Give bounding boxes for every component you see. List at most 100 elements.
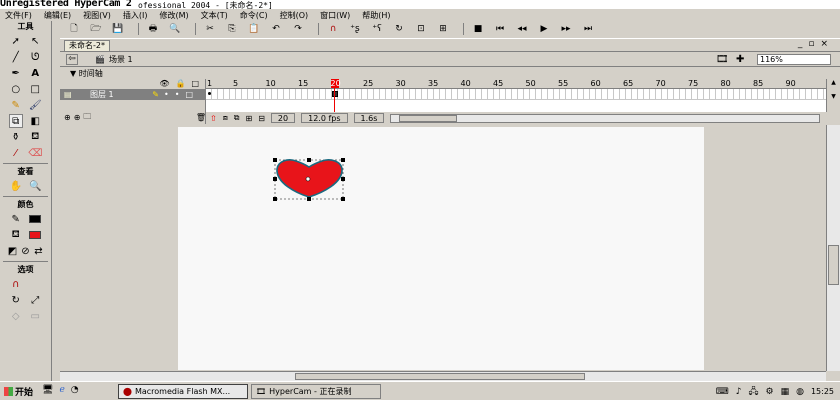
tray-app3-icon[interactable]: ◍ [796,387,804,397]
handle-bl[interactable] [273,197,277,201]
handle-b[interactable] [307,197,311,201]
stop-icon[interactable]: ■ [470,22,486,36]
zoom-select[interactable]: 116% [757,54,831,65]
edit-multiple-icon[interactable]: ⊞ [246,114,253,123]
lock-icon[interactable]: 🔒 [175,79,185,89]
straighten-icon[interactable]: ⁺ʕ [369,22,385,36]
hand-tool-icon[interactable]: ✋ [9,179,23,193]
stroke-color-icon[interactable]: ✎ [9,212,23,226]
print-icon[interactable]: 🖶 [145,22,161,36]
stroke-color-swatch[interactable] [28,212,42,226]
save-icon[interactable]: 💾 [110,22,126,36]
lasso-tool-icon[interactable]: ᘎ [28,50,42,64]
paint-bucket-tool-icon[interactable]: ⛾ [28,130,42,144]
task-flash[interactable]: ⬤ Macromedia Flash MX... [118,384,248,399]
desktop-icon[interactable]: 🖥 [42,385,53,395]
snap-icon[interactable]: ∩ [325,22,341,36]
network-icon[interactable]: 🖧 [748,384,758,400]
outline-icon[interactable]: □ [191,79,199,89]
ie-icon[interactable]: ℯ [59,385,64,395]
menu-modify[interactable]: 修改(M) [159,10,188,21]
scale-icon[interactable]: ⤢ [28,293,42,307]
timeline-header[interactable]: ▼ 时间轴 [60,68,840,79]
eye-icon[interactable]: 👁 [159,79,169,89]
tray-app-icon[interactable]: ⚙ [765,387,773,397]
edit-scene-icon[interactable]: 🎞 [716,54,729,65]
free-transform-tool-icon[interactable]: ⧉ [8,114,23,128]
redo-icon[interactable]: ↷ [290,22,306,36]
add-layer-icon[interactable]: ⊕ [64,113,71,122]
copy-icon[interactable]: ⎘ [224,22,240,36]
print-preview-icon[interactable]: 🔍 [167,22,183,36]
menu-text[interactable]: 文本(T) [201,10,228,21]
cut-icon[interactable]: ✂ [202,22,218,36]
swap-colors-icon[interactable]: ⇄ [32,244,45,258]
arrow-tool-icon[interactable]: ➚ [9,34,23,48]
pencil-tool-icon[interactable]: ✎ [9,98,23,112]
add-guide-icon[interactable]: ⊕ [74,113,81,122]
align-icon[interactable]: ⊞ [435,22,451,36]
frames-area[interactable]: 1 5 10 15 20 25 30 35 40 45 50 55 60 65 70 75 80 85 90 [206,79,826,112]
handle-r[interactable] [341,177,345,181]
media-icon[interactable]: ◔ [71,385,79,395]
frames-row[interactable] [206,89,826,100]
ink-bottle-tool-icon[interactable]: ⚱ [9,130,23,144]
menu-view[interactable]: 视图(V) [83,10,111,21]
onion-skin-icon[interactable]: ⧈ [223,113,228,123]
layer-state-dots[interactable]: ••□ [164,89,199,100]
open-file-icon[interactable]: 🗁 [88,22,104,36]
go-to-end-icon[interactable]: ⏭ [580,22,596,36]
text-tool-icon[interactable]: A [28,66,42,80]
step-forward-icon[interactable]: ▸▸ [558,22,574,36]
document-tab[interactable]: 未命名-2* [64,40,110,51]
rotate-icon[interactable]: ↻ [9,293,23,307]
oval-tool-icon[interactable]: ○ [9,82,23,96]
stage-vscroll[interactable] [826,125,840,371]
speaker-icon[interactable]: ♪ [736,387,742,397]
brush-tool-icon[interactable]: 🖌 [28,98,42,112]
menu-help[interactable]: 帮助(H) [362,10,390,21]
keyboard-icon[interactable]: ⌨ [716,387,729,397]
default-colors-icon[interactable]: ◩ [6,244,19,258]
step-back-icon[interactable]: ◂◂ [514,22,530,36]
stage-hscroll[interactable] [60,371,826,381]
keyframe-1[interactable] [208,92,211,95]
fill-transform-tool-icon[interactable]: ◧ [28,114,42,128]
handle-br[interactable] [341,197,345,201]
scene-breadcrumb[interactable]: 🎬 场景 1 [95,54,133,65]
back-arrow-icon[interactable]: ⇦ [66,54,78,65]
scale-toolbar-icon[interactable]: ⊡ [413,22,429,36]
center-frame-icon[interactable]: ⇧ [210,114,217,123]
stage[interactable] [178,127,704,370]
rectangle-tool-icon[interactable]: □ [28,82,42,96]
menu-edit[interactable]: 编辑(E) [44,10,71,21]
onion-outline-icon[interactable]: ⧉ [234,113,240,123]
edit-symbol-icon[interactable]: ✚ [736,54,744,65]
magnet-icon[interactable]: ∩ [9,277,23,291]
paste-icon[interactable]: 📋 [246,22,262,36]
pen-tool-icon[interactable]: ✒ [9,66,23,80]
zoom-tool-icon[interactable]: 🔍 [28,179,42,193]
handle-tl[interactable] [273,158,277,162]
new-file-icon[interactable]: 🗋 [66,22,82,36]
rewind-icon[interactable]: ⏮ [492,22,508,36]
line-tool-icon[interactable]: ╱ [9,50,23,64]
handle-l[interactable] [273,177,277,181]
handle-tr[interactable] [341,158,345,162]
subselect-tool-icon[interactable]: ↖ [28,34,42,48]
start-button[interactable]: 开始 [2,384,38,399]
timeline-hscroll[interactable] [390,113,820,123]
smooth-icon[interactable]: ⁺ʂ [347,22,363,36]
onion-markers-icon[interactable]: ⊟ [258,114,265,123]
frame-ruler[interactable]: 1 5 10 15 20 25 30 35 40 45 50 55 60 65 70 75 80 85 90 [206,79,826,89]
menu-insert[interactable]: 插入(I) [123,10,148,21]
document-window-buttons[interactable]: _▫× [798,39,834,49]
menu-window[interactable]: 窗口(W) [320,10,350,21]
menu-control[interactable]: 控制(O) [280,10,309,21]
add-folder-icon[interactable]: 🗀 [83,111,91,125]
task-hypercam[interactable]: 🎞 HyperCam - 正在录制 [251,384,381,399]
menu-commands[interactable]: 命令(C) [240,10,268,21]
distort-icon[interactable]: ◇ [9,309,23,323]
envelope-icon[interactable]: ▭ [28,309,42,323]
fill-color-swatch[interactable] [28,228,42,242]
